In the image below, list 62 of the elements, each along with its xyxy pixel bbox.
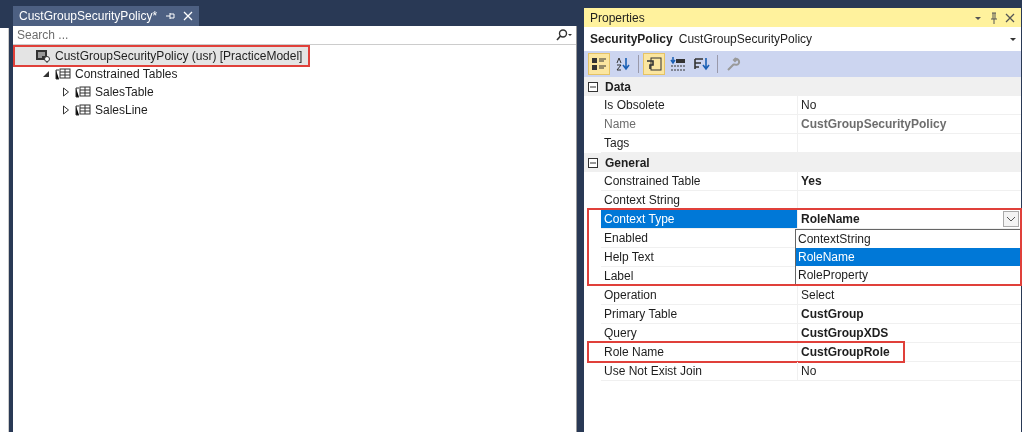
- expanded-arrow-icon[interactable]: [42, 70, 50, 78]
- table-icon: [55, 67, 71, 81]
- collapsed-arrow-icon[interactable]: [62, 105, 70, 115]
- categorized-icon: [591, 56, 607, 72]
- property-name[interactable]: Role Name: [601, 343, 798, 361]
- property-name[interactable]: Enabled: [601, 229, 798, 247]
- property-name[interactable]: Help Text: [601, 248, 798, 266]
- tree-item[interactable]: Constrained Tables: [13, 65, 184, 83]
- property-value[interactable]: CustGroupXDS: [798, 324, 1021, 342]
- policy-icon: [35, 49, 51, 63]
- tab-title: CustGroupSecurityPolicy*: [19, 9, 158, 23]
- tree-label: SalesLine: [95, 103, 148, 117]
- property-value[interactable]: CustGroupSecurityPolicy: [798, 115, 1021, 133]
- collapsed-arrow-icon[interactable]: [62, 87, 70, 97]
- property-name[interactable]: Name: [601, 115, 798, 133]
- tree-item[interactable]: SalesTable: [13, 83, 160, 101]
- properties-button[interactable]: [643, 53, 665, 75]
- collapse-icon[interactable]: [588, 157, 598, 168]
- property-value[interactable]: Select: [798, 286, 1021, 304]
- dropdown-option[interactable]: RoleProperty: [796, 266, 1022, 284]
- property-name[interactable]: Context String: [601, 191, 798, 209]
- property-name[interactable]: Use Not Exist Join: [601, 362, 798, 380]
- categorized-button[interactable]: [588, 53, 610, 75]
- caret-icon[interactable]: [1009, 35, 1017, 43]
- property-name[interactable]: Constrained Table: [601, 172, 798, 190]
- property-value[interactable]: CustGroupRole: [798, 343, 1021, 361]
- property-name[interactable]: Primary Table: [601, 305, 798, 323]
- pin-icon[interactable]: [989, 11, 999, 24]
- object-selector[interactable]: SecurityPolicy CustGroupSecurityPolicy: [584, 27, 1021, 51]
- property-name[interactable]: Query: [601, 324, 798, 342]
- combo-field[interactable]: RoleName: [798, 210, 1021, 228]
- property-name[interactable]: Context Type: [601, 210, 798, 228]
- close-icon[interactable]: [1005, 12, 1015, 23]
- tree-item[interactable]: SalesLine: [13, 101, 154, 119]
- property-value[interactable]: CustGroup: [798, 305, 1021, 323]
- events-icon: [670, 56, 686, 72]
- tree-label: Constrained Tables: [75, 67, 178, 81]
- wrench-icon: [725, 56, 741, 72]
- property-name[interactable]: Operation: [601, 286, 798, 304]
- tree-label: SalesTable: [95, 85, 154, 99]
- property-name[interactable]: Is Obsolete: [601, 96, 798, 114]
- sort-icon: [694, 56, 710, 72]
- collapse-icon[interactable]: [588, 81, 598, 92]
- table-icon: [75, 85, 91, 99]
- property-value[interactable]: No: [798, 362, 1021, 380]
- dropdown-option[interactable]: ContextString: [796, 230, 1022, 248]
- category-label: Data: [605, 79, 631, 94]
- dropdown-button[interactable]: [1003, 211, 1019, 227]
- alphabetical-icon: [615, 56, 631, 72]
- properties-icon: [646, 56, 662, 72]
- tree-label: CustGroupSecurityPolicy (usr) [PracticeModel]: [55, 49, 303, 63]
- panel-title: Properties: [590, 10, 645, 25]
- property-value[interactable]: No: [798, 96, 1021, 114]
- property-name[interactable]: Label: [601, 267, 798, 285]
- tree-item[interactable]: CustGroupSecurityPolicy (usr) [PracticeModel]: [13, 47, 309, 65]
- category-label: General: [605, 155, 650, 170]
- property-value[interactable]: Yes: [798, 172, 1021, 190]
- dropdown-option[interactable]: RoleName: [796, 248, 1022, 266]
- search-icon[interactable]: [556, 29, 572, 41]
- search-field[interactable]: Search ...: [17, 28, 556, 42]
- table-icon: [75, 103, 91, 117]
- property-name[interactable]: Tags: [601, 134, 798, 152]
